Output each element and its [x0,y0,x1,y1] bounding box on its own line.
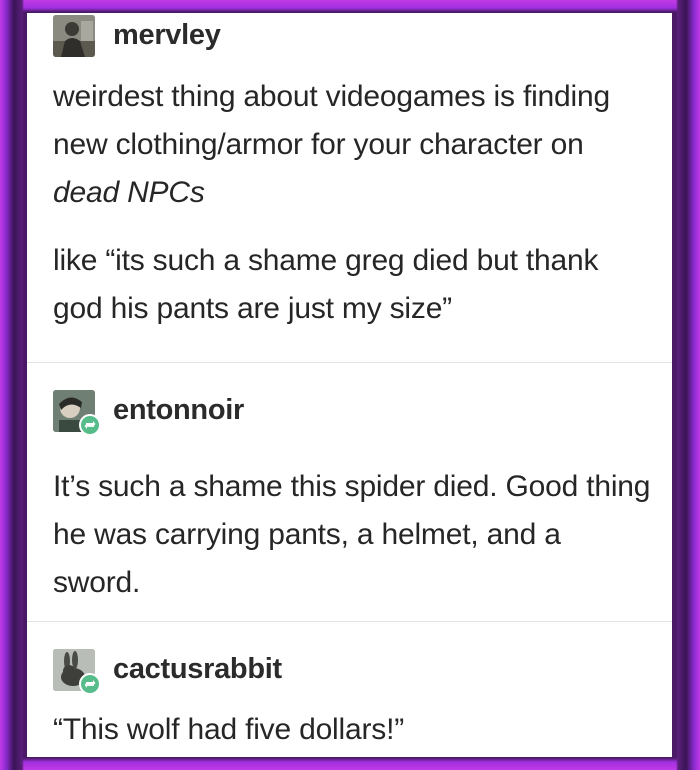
username[interactable]: mervley [113,19,221,52]
reblog-badge [79,673,101,695]
reblog-icon [84,421,96,429]
username[interactable]: entonnoir [113,394,244,427]
paragraph-text: It’s such a shame this spider died. Good… [53,470,651,599]
user-photo-avatar-icon [53,15,95,57]
avatar[interactable] [53,15,95,57]
paragraph-text: weirdest thing about videogames is findi… [53,80,610,161]
paragraph: weirdest thing about videogames is findi… [53,73,653,217]
post-cactusrabbit: cactusrabbit “This wolf had five dollars… [27,622,672,757]
post-mervley: mervley weirdest thing about videogames … [27,13,672,362]
post-thread-card: mervley weirdest thing about videogames … [27,13,672,757]
username[interactable]: cactusrabbit [113,653,282,686]
paragraph: “This wolf had five dollars!” [53,706,653,754]
paragraph-text: like “its such a shame greg died but tha… [53,244,599,325]
paragraph: It’s such a shame this spider died. Good… [53,463,653,607]
post-body: It’s such a shame this spider died. Good… [53,463,653,607]
post-body: “This wolf had five dollars!” [53,706,653,754]
reblog-badge [79,414,101,436]
emphasis-text: dead NPCs [53,176,205,209]
post-entonnoir: entonnoir It’s such a shame this spider … [27,363,672,621]
paragraph-text: “This wolf had five dollars!” [53,713,404,746]
reblog-icon [84,680,96,688]
post-body: weirdest thing about videogames is findi… [53,73,653,333]
paragraph: like “its such a shame greg died but tha… [53,237,653,333]
